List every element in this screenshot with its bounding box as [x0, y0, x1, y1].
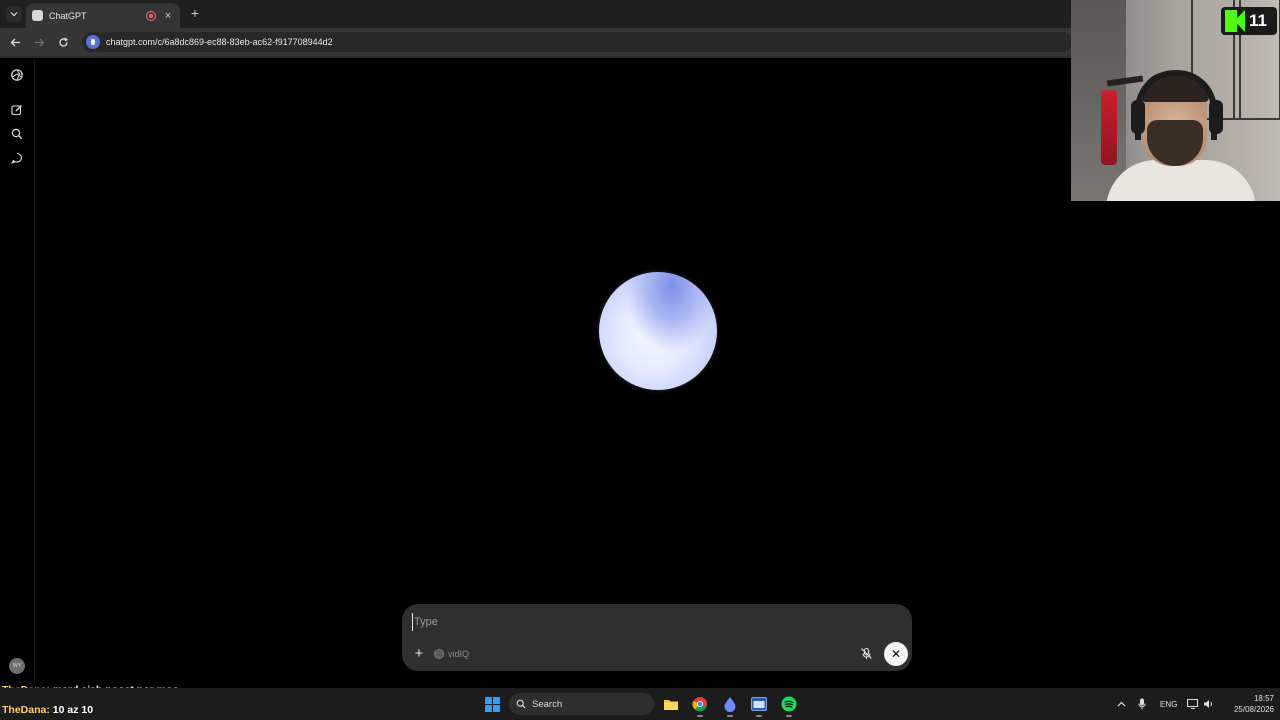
clock-time: 18:57	[1253, 694, 1274, 703]
input-language[interactable]: ENG	[1160, 700, 1177, 709]
vidiq-icon	[434, 649, 444, 659]
mute-microphone-icon[interactable]	[858, 645, 874, 661]
volume-icon[interactable]	[1198, 694, 1218, 714]
clock-date: 25/08/2026	[1233, 705, 1274, 714]
browser-tab-chatgpt[interactable]: ChatGPT ×	[26, 3, 180, 28]
webcam-person-body	[1106, 160, 1256, 201]
app-running-indicator	[727, 715, 733, 717]
tab-close-button[interactable]: ×	[162, 10, 174, 22]
taskbar-search[interactable]: Search	[509, 693, 654, 715]
new-chat-icon[interactable]	[10, 103, 24, 117]
webcam-microphone	[1101, 90, 1117, 165]
tab-title: ChatGPT	[49, 10, 87, 21]
vidiq-tool-chip[interactable]: vidIQ	[434, 646, 469, 662]
app-drop-icon[interactable]	[720, 694, 740, 714]
file-explorer-icon[interactable]	[661, 694, 681, 714]
webcam-headphone-cup	[1209, 100, 1223, 134]
user-avatar[interactable]: WY	[9, 658, 25, 674]
webcam-headphone-cup	[1131, 100, 1145, 134]
microphone-access-icon[interactable]	[86, 35, 100, 49]
chat-message-text: 10 az 10	[52, 704, 94, 716]
address-bar[interactable]: chatgpt.com/c/6a8dc869-ec88-83eb-ac62-f9…	[82, 32, 1072, 52]
url-text: chatgpt.com/c/6a8dc869-ec88-83eb-ac62-f9…	[106, 37, 333, 47]
app-running-indicator	[756, 715, 762, 717]
kick-badge-number: 11	[1249, 11, 1267, 30]
windows-taskbar: Search ENG 18:57 25/08/2026	[0, 688, 1280, 720]
spotify-running-indicator	[786, 715, 792, 717]
show-hidden-icons-chevron-icon[interactable]	[1111, 694, 1131, 714]
app-window-icon[interactable]	[749, 694, 769, 714]
browser-toolbar: chatgpt.com/c/6a8dc869-ec88-83eb-ac62-f9…	[0, 28, 1072, 56]
reload-icon[interactable]	[54, 33, 72, 51]
kick-badge: 11	[1221, 7, 1277, 35]
end-voice-button[interactable]: ✕	[884, 642, 908, 666]
webcam-background-shelf	[1071, 0, 1126, 201]
stream-chat-message: TheDana: 10 az 10	[2, 704, 93, 716]
voice-mode-orb	[599, 272, 717, 390]
recording-indicator-icon	[146, 10, 156, 21]
chatgpt-favicon-icon	[32, 10, 43, 21]
tab-search-chevron-icon[interactable]	[6, 6, 22, 22]
microphone-in-use-icon[interactable]	[1132, 694, 1152, 714]
toolbar-divider	[0, 56, 1072, 58]
forward-arrow-icon[interactable]	[30, 33, 48, 51]
browser-tab-strip: ChatGPT × +	[0, 0, 1072, 28]
add-attachment-button[interactable]: +	[411, 646, 427, 662]
webcam-headphones	[1135, 70, 1217, 140]
back-arrow-icon[interactable]	[6, 33, 24, 51]
message-input[interactable]	[412, 613, 832, 631]
chrome-icon[interactable]	[690, 694, 710, 714]
openai-logo-icon[interactable]	[10, 68, 24, 82]
taskbar-search-label: Search	[532, 698, 563, 710]
search-icon	[516, 699, 526, 709]
new-tab-button[interactable]: +	[188, 5, 202, 21]
chrome-active-indicator	[697, 715, 703, 717]
search-chats-icon[interactable]	[10, 127, 24, 141]
chatgpt-sidebar-rail: WY	[0, 58, 35, 684]
system-clock[interactable]: 18:57 25/08/2026	[1222, 693, 1274, 715]
windows-start-icon[interactable]	[482, 694, 502, 714]
kick-logo-icon	[1225, 10, 1245, 32]
chat-bubble-icon[interactable]	[10, 151, 24, 165]
chat-username: TheDana:	[2, 704, 50, 716]
tool-chip-label: vidIQ	[448, 649, 470, 659]
message-composer: + vidIQ ✕	[402, 604, 912, 671]
spotify-icon[interactable]	[779, 694, 799, 714]
